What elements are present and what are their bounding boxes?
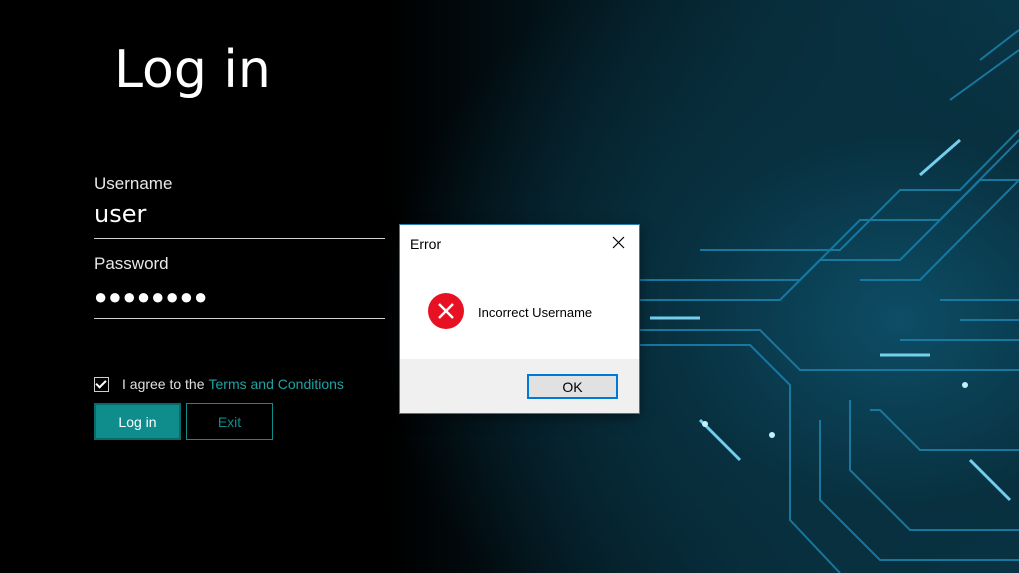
dialog-footer: OK — [400, 359, 639, 413]
agree-text: I agree to the — [122, 376, 205, 392]
error-dialog: Error Incorrect Username OK — [400, 225, 639, 413]
dialog-title: Error — [410, 236, 442, 252]
page-title: Log in — [114, 40, 271, 100]
password-label: Password — [94, 254, 169, 273]
username-label: Username — [94, 174, 173, 193]
error-icon — [428, 293, 464, 329]
agree-checkbox[interactable] — [94, 376, 109, 392]
username-input[interactable]: user — [94, 200, 385, 239]
login-button[interactable]: Log in — [94, 403, 181, 440]
terms-agreement: I agree to the Terms and Conditions — [94, 376, 344, 392]
exit-button[interactable]: Exit — [186, 403, 273, 440]
dialog-message: Incorrect Username — [478, 305, 593, 320]
close-icon[interactable] — [611, 235, 626, 250]
terms-link[interactable]: Terms and Conditions — [209, 376, 344, 392]
password-input[interactable]: ●●●●●●●● — [94, 284, 385, 319]
ok-button[interactable]: OK — [527, 374, 618, 399]
